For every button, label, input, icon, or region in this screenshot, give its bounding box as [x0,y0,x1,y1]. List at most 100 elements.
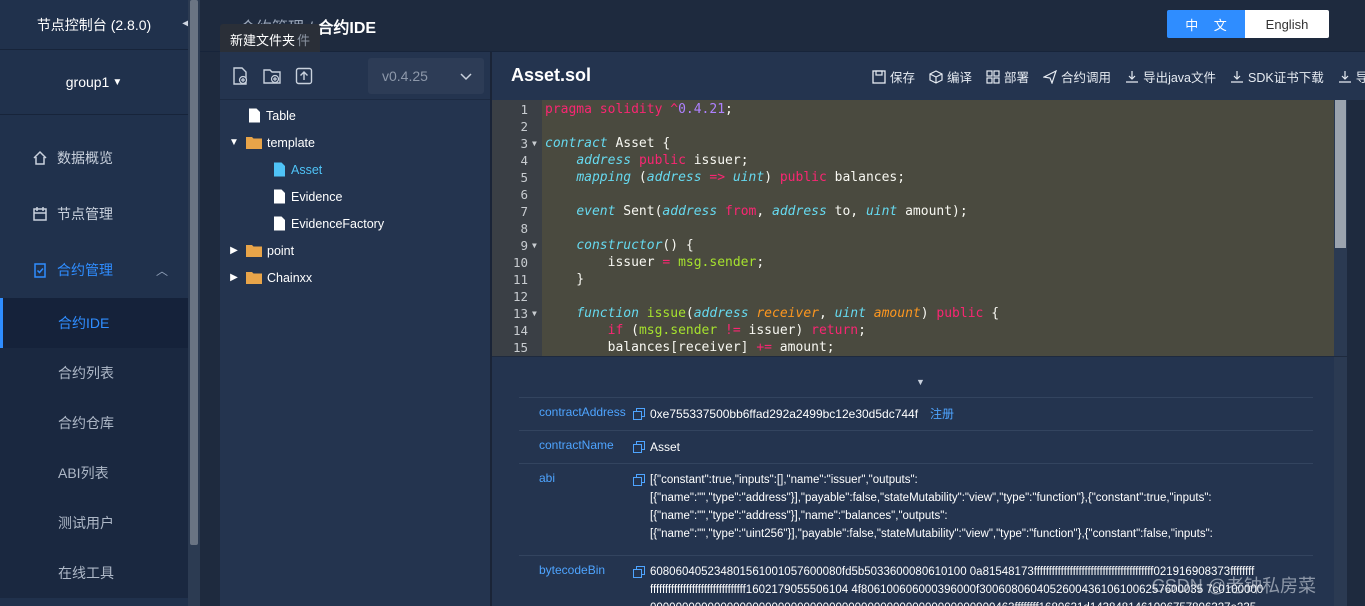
info-key: bytecodeBin [539,563,606,577]
menu-item-label: 数据概览 [57,150,113,166]
compile-button[interactable]: 编译 [929,67,972,86]
tree-item-label: Asset [291,162,323,177]
file-icon [274,189,285,204]
tree-item-table[interactable]: Table [220,102,490,129]
submenu-item-tools[interactable]: 在线工具 [0,548,188,598]
main-menu: 数据概览 节点管理 合约管理 ︿ 合约IDE 合约列表 合约仓库 ABI列表 测… [0,130,188,598]
compiler-version-select[interactable]: v0.4.25 [368,58,484,94]
tree-item-asset[interactable]: Asset [220,156,490,183]
info-value: 0xe755337500bb6ffad292a2499bc12e30d5dc74… [611,405,954,423]
submenu-item-repo[interactable]: 合约仓库 [0,398,188,448]
fold-icon[interactable]: ▼ [532,237,537,254]
line-number: 7 [520,204,528,219]
submenu-item-list[interactable]: 合约列表 [0,348,188,398]
caret-right-icon[interactable]: ▶ [228,272,240,283]
upload-icon[interactable] [294,66,314,86]
collapse-panel-icon[interactable]: ▼ [916,377,925,387]
code-text: pragma solidity ^0.4.21; [545,102,733,117]
register-link[interactable]: 注册 [930,405,954,423]
tree-item-evidence-factory[interactable]: EvidenceFactory [220,210,490,237]
compiler-version-value: v0.4.25 [382,68,428,84]
export-button[interactable]: 导出 [1338,67,1365,86]
info-key: abi [539,471,556,485]
contract-address-value: 0xe755337500bb6ffad292a2499bc12e30d5dc74… [650,407,919,421]
tree-item-template[interactable]: ▼ template [220,129,490,156]
tree-item-label: template [267,135,315,150]
code-text: mapping (address => uint) public balance… [576,170,906,185]
lang-zh-button[interactable]: 中 文 [1167,10,1245,38]
menu-item-contracts[interactable]: 合约管理 ︿ [0,242,188,298]
new-folder-icon[interactable] [262,66,282,86]
code-line: 5 mapping (address => uint) public balan… [492,169,1334,186]
menu-item-overview[interactable]: 数据概览 [0,130,188,186]
chevron-down-icon [460,73,472,81]
file-title: Asset.sol [511,65,592,85]
code-editor[interactable]: 1 pragma solidity ^0.4.21; 2 3 ▼ contract A… [492,100,1334,356]
sdk-cert-download-button[interactable]: SDK证书下载 [1230,67,1324,86]
tree-item-evidence[interactable]: Evidence [220,183,490,210]
copy-icon[interactable] [633,566,645,578]
code-text: balances[receiver] += amount; [545,340,835,355]
clipboard-icon [34,263,46,278]
caret-right-icon[interactable]: ▶ [228,245,240,256]
send-icon [1043,69,1058,84]
save-label: 保存 [890,71,916,85]
code-text: event Sent(address from, address to, uin… [576,204,968,219]
submenu-item-test-users[interactable]: 测试用户 [0,498,188,548]
code-line: 11 } [492,271,1334,288]
fold-icon[interactable]: ▼ [532,305,537,322]
code-line: 12 [492,288,1334,305]
code-text: issuer = msg.sender; [545,255,765,270]
brand-title: 节点控制台 (2.8.0) [36,16,152,33]
export-label: 导出 [1355,71,1365,85]
line-number: 8 [520,221,528,236]
save-button[interactable]: 保存 [872,67,915,86]
line-number: 9 [520,238,528,253]
info-key: contractAddress [539,405,626,419]
copy-icon[interactable] [633,441,645,453]
code-scrollbar[interactable] [1334,100,1347,356]
file-icon [274,162,285,177]
code-line: 7 event Sent(address from, address to, u… [492,203,1334,220]
line-number: 11 [512,272,528,287]
tree-item-point[interactable]: ▶ point [220,237,490,264]
language-switch: 中 文 English [1167,10,1329,38]
line-number: 14 [512,323,528,338]
code-line: 14 if (msg.sender != issuer) return; [492,322,1334,339]
grid-icon [986,69,1000,84]
line-number: 3 [520,136,528,151]
tree-item-label: Evidence [291,189,343,204]
menu-item-nodes[interactable]: 节点管理 [0,186,188,242]
file-tree-panel: v0.4.25 Table ▼ template Asset Evidence … [220,52,490,606]
line-number: 13 [512,306,528,321]
group-label: group1 [65,74,110,90]
file-icon [274,216,285,231]
tree-item-chainxx[interactable]: ▶ Chainxx [220,264,490,291]
watermark: CSDN @老钟私房菜 [1151,576,1316,596]
save-icon [872,69,886,84]
deploy-button[interactable]: 部署 [986,67,1029,86]
new-file-icon[interactable] [230,66,250,86]
tree-item-label: point [267,243,295,258]
sidebar-scrollbar[interactable] [188,0,200,606]
lang-en-button[interactable]: English [1245,10,1329,38]
download-icon [1126,70,1139,83]
code-line: 15 balances[receiver] += amount; [492,339,1334,356]
info-row-abi: abi [{"constant":true,"inputs":[],"name"… [519,463,1313,555]
caret-down-icon[interactable]: ▼ [228,137,240,148]
code-line: 10 issuer = msg.sender; [492,254,1334,271]
code-line: 9 ▼ constructor() { [492,237,1334,254]
line-number: 4 [520,153,528,168]
scrollbar-thumb[interactable] [190,0,198,545]
submenu-item-ide[interactable]: 合约IDE [0,298,188,348]
scrollbar-thumb[interactable] [1335,100,1346,248]
copy-icon[interactable] [633,408,645,420]
fold-icon[interactable]: ▼ [532,135,537,152]
output-scrollbar[interactable] [1334,357,1347,606]
folder-icon [246,272,262,284]
invoke-button[interactable]: 合约调用 [1043,67,1111,86]
export-java-button[interactable]: 导出java文件 [1125,67,1216,86]
submenu-item-abi[interactable]: ABI列表 [0,448,188,498]
copy-icon[interactable] [633,474,645,486]
group-selector[interactable]: group1 ▼ [0,50,188,115]
